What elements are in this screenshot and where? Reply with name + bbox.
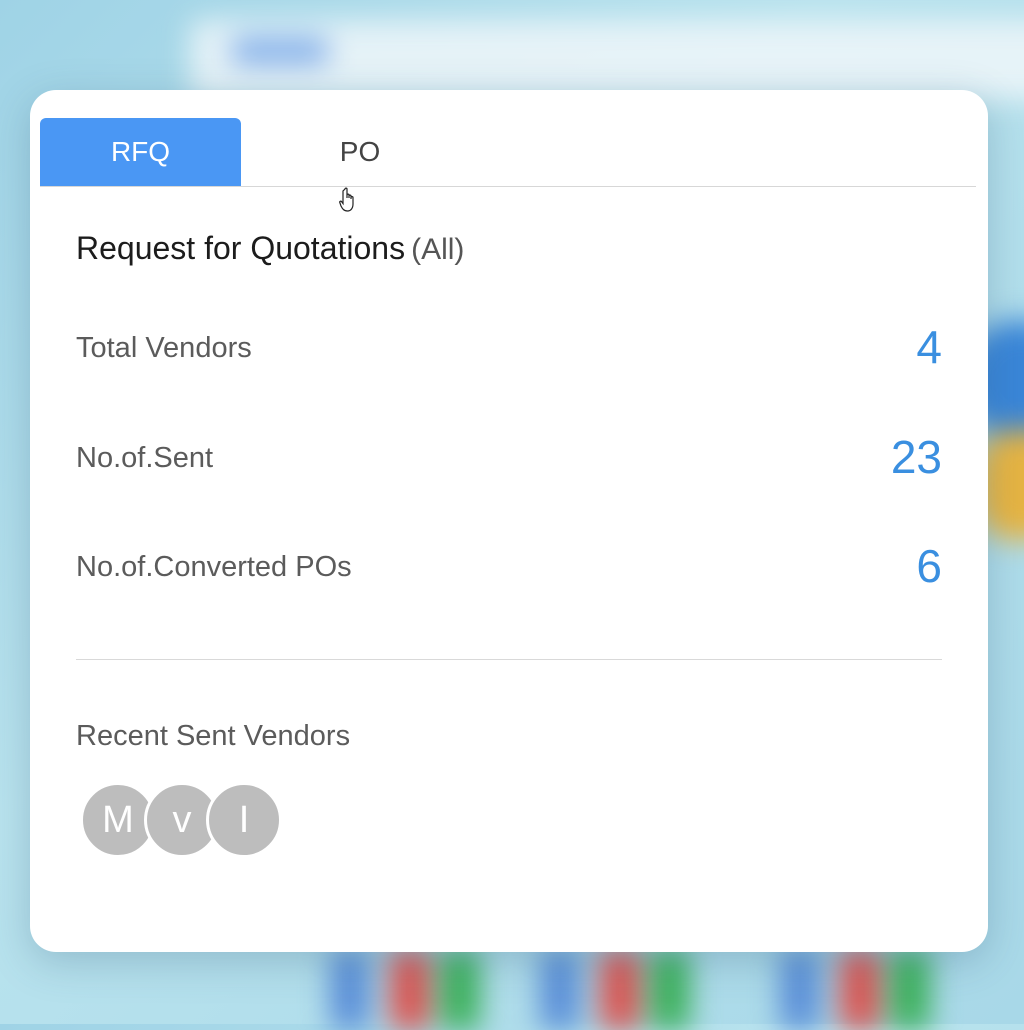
stat-label: No.of.Converted POs: [76, 551, 352, 583]
stat-label: Total Vendors: [76, 332, 252, 364]
tab-po[interactable]: PO: [295, 118, 425, 186]
stat-value: 6: [916, 540, 942, 592]
avatar[interactable]: I: [206, 782, 282, 858]
tab-bar: RFQ PO: [40, 118, 976, 212]
stat-value: 23: [890, 431, 942, 483]
tab-rfq[interactable]: RFQ: [40, 118, 241, 186]
stat-value: 4: [916, 321, 942, 373]
title-text: Request for Quotations: [76, 230, 406, 266]
divider: [76, 659, 942, 660]
stat-label: No.of.Sent: [76, 442, 214, 474]
recent-vendor-avatars: M v I: [80, 782, 340, 858]
stat-row-no-of-sent: No.of.Sent 23: [76, 430, 942, 490]
stat-row-converted-pos: No.of.Converted POs 6: [76, 539, 942, 599]
rfq-summary-card: RFQ PO Request for Quotations (All) Total…: [30, 90, 988, 952]
hand-cursor-icon: [339, 187, 354, 212]
title-filter: (All): [411, 233, 465, 266]
stat-row-total-vendors: Total Vendors 4: [76, 320, 942, 380]
page-title: Request for Quotations (All): [76, 230, 464, 267]
recent-vendors-label: Recent Sent Vendors: [76, 720, 351, 752]
